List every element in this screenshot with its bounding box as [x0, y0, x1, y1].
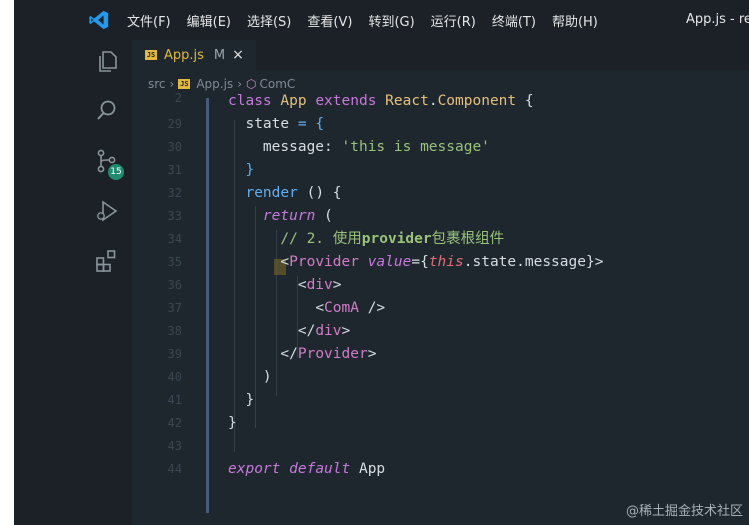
activity-bar: 15: [82, 40, 132, 525]
menu-bar: 文件(F) 编辑(E) 选择(S) 查看(V) 转到(G) 运行(R) 终端(T…: [127, 0, 614, 40]
line-number: 33: [167, 209, 182, 223]
tab-bar: JS App.js M ×: [132, 40, 749, 70]
watermark: @稀土掘金技术社区: [625, 504, 743, 519]
js-file-icon: JS: [145, 50, 157, 60]
code-line-3: message: 'this is message': [262, 139, 490, 155]
menu-view[interactable]: 查看(V): [307, 11, 352, 30]
line-number: 29: [167, 117, 182, 131]
line-number: 42: [167, 416, 182, 430]
code-line-7: // 2. 使用provider包裹根组件: [280, 231, 505, 247]
line-number: 40: [167, 370, 182, 384]
explorer-icon[interactable]: [94, 48, 120, 74]
code-line-2: state = {: [245, 116, 325, 132]
line-number: 37: [167, 301, 182, 315]
code-line-12: </Provider>: [280, 346, 377, 362]
tab-label: App.js: [164, 47, 204, 63]
line-number: 36: [167, 278, 182, 292]
code-line-4: }: [245, 162, 255, 178]
line-number: 34: [167, 232, 182, 246]
search-icon[interactable]: [94, 98, 120, 124]
line-number: 32: [167, 186, 182, 200]
chevron-right-icon: ›: [169, 77, 175, 91]
line-number: 41: [167, 393, 182, 407]
line-number-gutter: 2 29 30 31 32 33 34 35 36 37 38 39 40 41…: [132, 90, 192, 525]
vscode-logo-icon[interactable]: [88, 9, 110, 31]
menu-go[interactable]: 转到(G): [368, 11, 414, 30]
line-number: 35: [167, 255, 182, 269]
code-line-11: </div>: [297, 323, 351, 339]
tab-modified-indicator: M: [213, 47, 226, 63]
window-title: App.js - rea: [686, 12, 749, 27]
code-line-15: }: [228, 415, 237, 431]
source-control-badge: 15: [108, 164, 124, 180]
code-line-9: <div>: [297, 277, 342, 293]
vscode-window: 文件(F) 编辑(E) 选择(S) 查看(V) 转到(G) 运行(R) 终端(T…: [14, 0, 749, 525]
tab-close-icon[interactable]: ×: [232, 47, 244, 63]
line-number: 2: [174, 91, 182, 105]
modified-lines-indicator: [206, 98, 209, 513]
line-number: 30: [167, 140, 182, 154]
title-bar: 文件(F) 编辑(E) 选择(S) 查看(V) 转到(G) 运行(R) 终端(T…: [14, 0, 749, 40]
menu-selection[interactable]: 选择(S): [247, 11, 291, 30]
menu-terminal[interactable]: 终端(T): [492, 11, 536, 30]
editor-area: JS App.js M × src › JS App.js › ⬡ ComC 2…: [132, 40, 749, 525]
run-debug-icon[interactable]: [94, 198, 120, 224]
code-line-6: return (: [262, 208, 333, 224]
extensions-icon[interactable]: [94, 248, 120, 274]
menu-file[interactable]: 文件(F): [127, 11, 171, 30]
code-line-5: render () {: [245, 185, 342, 201]
breadcrumb-symbol[interactable]: ComC: [259, 77, 295, 91]
line-number: 44: [167, 462, 182, 476]
code-line-10: <ComA />: [315, 300, 386, 316]
menu-edit[interactable]: 编辑(E): [187, 11, 231, 30]
code-line-14: }: [245, 392, 255, 408]
js-file-icon: JS: [178, 79, 191, 89]
breadcrumb-file[interactable]: App.js: [196, 77, 233, 91]
code-line-16: export default App: [228, 461, 386, 477]
menu-run[interactable]: 运行(R): [431, 11, 476, 30]
line-number: 31: [167, 163, 182, 177]
line-number: 39: [167, 347, 182, 361]
code-line-13: ): [262, 369, 272, 385]
line-number: 38: [167, 324, 182, 338]
breadcrumb-folder[interactable]: src: [148, 77, 166, 91]
tab-app-js[interactable]: JS App.js M ×: [132, 40, 256, 70]
code-line-1: class App extends React.Component {: [228, 93, 534, 109]
component-icon: ⬡: [246, 77, 257, 91]
line-number: 43: [167, 439, 182, 453]
chevron-right-icon: ›: [237, 77, 242, 91]
menu-help[interactable]: 帮助(H): [552, 11, 598, 30]
code-line-8: <Provider value={this.state.message}>: [280, 254, 604, 270]
